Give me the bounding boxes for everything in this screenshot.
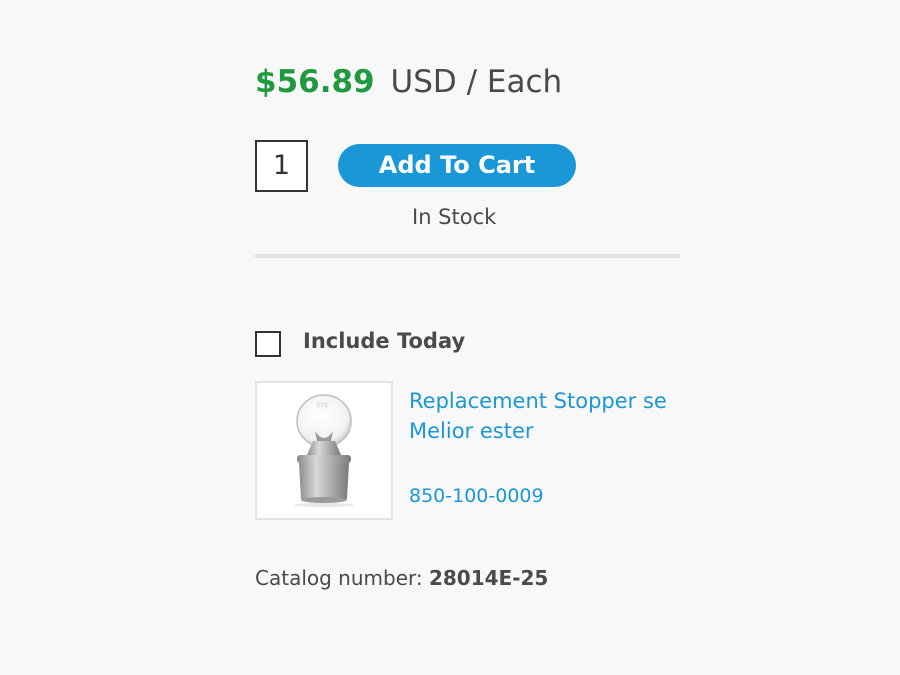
- price-amount: $56.89: [255, 64, 375, 100]
- catalog-label: Catalog number:: [255, 566, 423, 590]
- product-code-link[interactable]: 850-100-0009: [409, 485, 544, 507]
- include-today-checkbox[interactable]: [255, 331, 281, 357]
- quantity-input[interactable]: 1: [255, 140, 308, 192]
- catalog-number: Catalog number: 28014E-25: [255, 566, 548, 590]
- product-name-link[interactable]: Replacement Stopper se Melior ester: [409, 386, 669, 446]
- stock-status: In Stock: [412, 205, 497, 229]
- product-purchase-panel: $56.89 USD / Each 1 Add To Cart In Stock…: [255, 0, 680, 675]
- catalog-value: 28014E-25: [428, 566, 549, 590]
- divider: [255, 254, 680, 258]
- price-row: $56.89 USD / Each: [255, 62, 562, 102]
- add-to-cart-button[interactable]: Add To Cart: [338, 144, 576, 187]
- include-today-label[interactable]: Include Today: [303, 329, 465, 353]
- product-image[interactable]: EYE: [255, 381, 393, 520]
- svg-text:EYE: EYE: [317, 402, 328, 409]
- price-unit: USD / Each: [390, 64, 563, 100]
- glass-stopper-icon: EYE: [294, 394, 354, 507]
